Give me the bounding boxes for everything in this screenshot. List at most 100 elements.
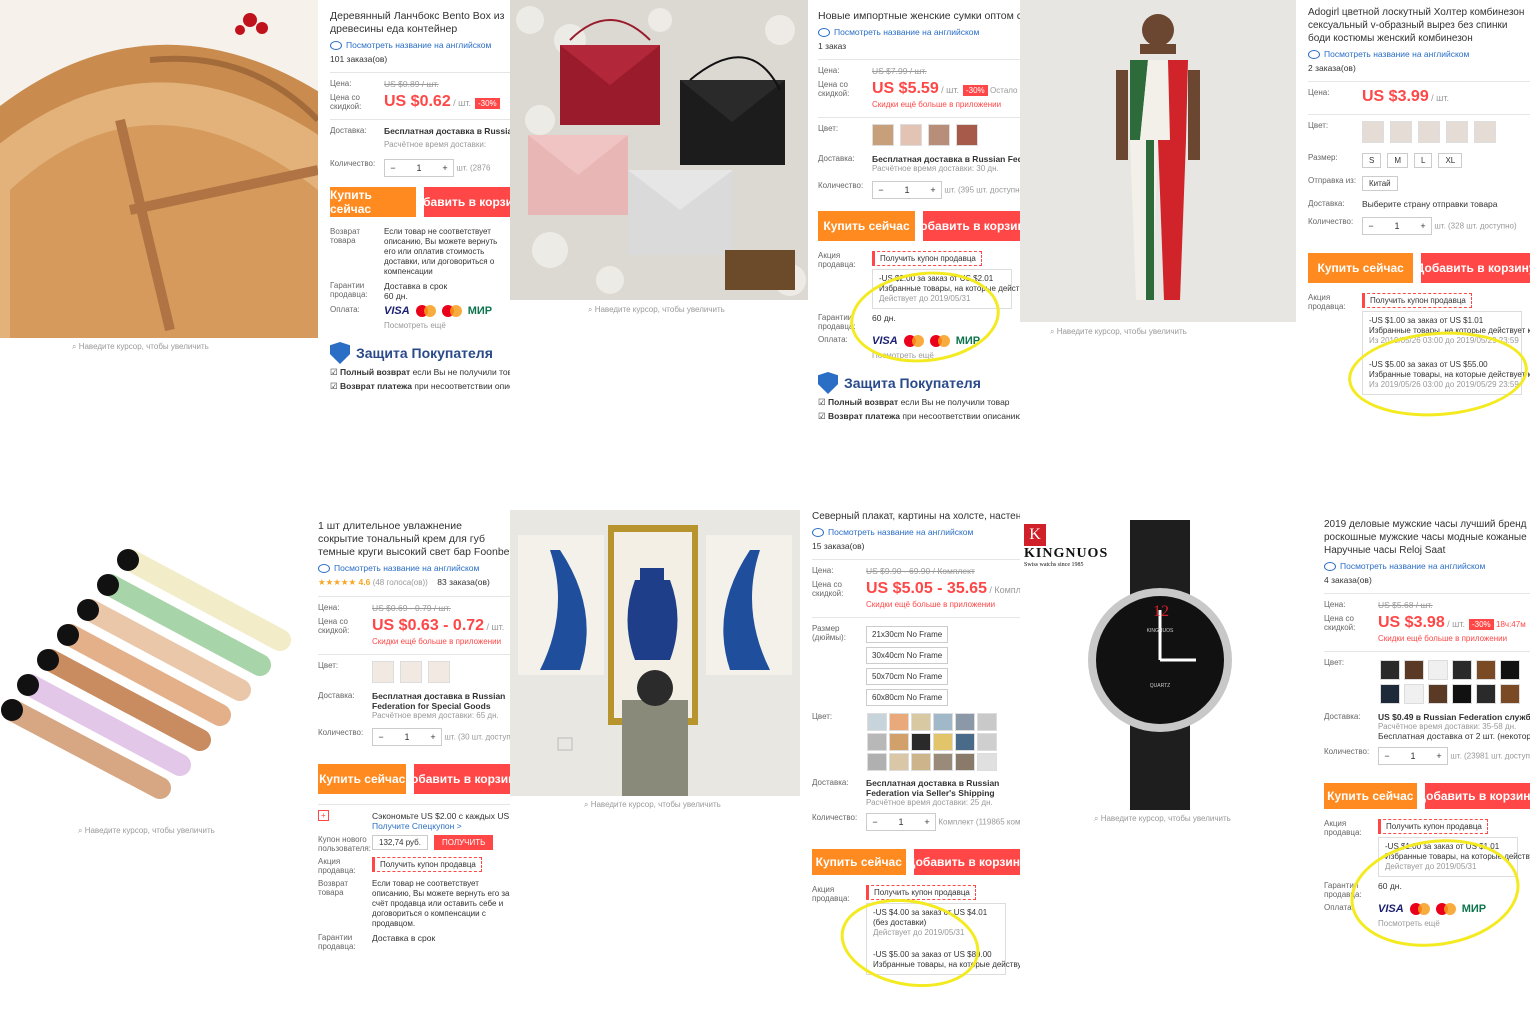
product-image-bento[interactable] xyxy=(0,0,318,338)
coupon-dropdown[interactable]: Получить купон продавца xyxy=(872,251,982,266)
add-to-cart-button[interactable]: Добавить в корзину xyxy=(1421,253,1530,283)
color-options[interactable] xyxy=(372,661,510,683)
discount-badge: -30% xyxy=(474,98,500,110)
coupon-popup: -US $1.00 за заказ от US $1.01 Избранные … xyxy=(1362,311,1530,395)
coupon-popup: -US $2.00 за заказ от US $2.01 Избранные … xyxy=(872,269,1020,309)
color-options[interactable] xyxy=(1378,658,1530,706)
add-to-cart-button[interactable]: Добавить в корзину xyxy=(913,849,1020,875)
mastercard-icon xyxy=(903,335,924,347)
buy-now-button[interactable]: Купить сейчас xyxy=(812,849,906,875)
product-title: Adogirl цветной лоскутный Холтер комбине… xyxy=(1308,7,1525,44)
coupon-dropdown[interactable]: Получить купон продавца xyxy=(866,885,976,900)
sale-price: US $0.62 xyxy=(384,93,451,110)
maestro-icon xyxy=(441,305,462,317)
translate-link[interactable]: Посмотреть название на английском xyxy=(812,527,1020,537)
see-more-link[interactable]: Посмотреть ещё xyxy=(384,321,510,330)
product-title: Новые импортные женские сумки оптом сумк… xyxy=(818,10,1020,22)
product-image-watch[interactable]: K KINGNUOS Swiss watchs since 1985 12 KI… xyxy=(1020,510,1300,810)
product-details: Северный плакат, картины на холсте, наст… xyxy=(812,510,1020,1020)
color-options[interactable] xyxy=(1362,121,1530,143)
product-title: 1 шт длительное увлажнение сокрытие тона… xyxy=(318,520,510,558)
coupon-dropdown[interactable]: Получить купон продавца xyxy=(1378,819,1488,834)
add-to-cart-button[interactable]: Добавить в корзину xyxy=(1424,783,1530,809)
translate-link[interactable]: Посмотреть название на английском xyxy=(1324,561,1530,571)
quantity-stepper[interactable]: −1 + xyxy=(372,728,442,746)
old-price: US $0.89 / шт. xyxy=(384,79,439,89)
product-image-concealer[interactable] xyxy=(0,530,308,820)
orders-count: 101 заказа(ов) xyxy=(330,54,388,64)
sale-price: US $3.99 xyxy=(1362,88,1429,105)
zoom-hint: ⌕ Наведите курсор, чтобы увеличить xyxy=(78,826,215,835)
product-image-bags[interactable] xyxy=(510,0,808,300)
product-details: Деревянный Ланчбокс Bento Box из древеси… xyxy=(330,10,510,500)
product-image-jumpsuit[interactable] xyxy=(1020,0,1296,322)
countdown-timer: 18ч:47м xyxy=(1496,620,1526,629)
add-to-cart-button[interactable]: Добавить в корзину xyxy=(414,764,510,794)
coupon-icon: + xyxy=(318,810,329,821)
add-to-cart-button[interactable]: Добавить в корзину xyxy=(424,187,510,217)
quantity-stepper[interactable]: −1 + xyxy=(384,159,454,177)
maestro-icon xyxy=(929,335,950,347)
translate-icon xyxy=(318,563,330,573)
rating: ★★★★★ 4.6 (48 голоса(ов)) 83 заказа(ов) xyxy=(318,577,490,587)
product-title: 2019 деловые мужские часы лучший бренд р… xyxy=(1324,519,1527,556)
product-card-jumpsuit: ⌕ Наведите курсор, чтобы увеличить Adogi… xyxy=(1020,0,1530,500)
quantity-stepper[interactable]: −1 + xyxy=(872,181,942,199)
buy-now-button[interactable]: Купить сейчас xyxy=(1324,783,1417,809)
quantity-stepper[interactable]: −1 + xyxy=(866,813,936,831)
translate-icon xyxy=(818,27,830,37)
payment-methods: VISA МИР xyxy=(384,305,493,317)
size-options[interactable]: S M L XL xyxy=(1362,153,1530,168)
sale-price: US $0.63 - 0.72 xyxy=(372,617,485,634)
sale-price: US $5.05 - 35.65 xyxy=(866,580,987,597)
product-details: 1 шт длительное увлажнение сокрытие тона… xyxy=(318,520,510,951)
translate-link[interactable]: Посмотреть название на английском xyxy=(318,563,510,573)
product-card-watch: K KINGNUOS Swiss watchs since 1985 12 KI… xyxy=(1020,510,1530,1020)
translate-icon xyxy=(812,527,824,537)
translate-icon xyxy=(1308,49,1320,59)
add-to-cart-button[interactable]: Добавить в корзину xyxy=(923,211,1020,241)
product-details: Новые импортные женские сумки оптом сумк… xyxy=(818,10,1020,421)
buy-now-button[interactable]: Купить сейчас xyxy=(1308,253,1414,283)
svg-text:12: 12 xyxy=(1153,603,1169,620)
zoom-hint: ⌕ Наведите курсор, чтобы увеличить xyxy=(588,305,725,314)
color-options[interactable] xyxy=(866,712,1020,772)
app-discount-link[interactable]: Скидки ещё больше в приложении xyxy=(872,100,1020,109)
translate-icon xyxy=(330,40,342,50)
buy-now-button[interactable]: Купить сейчас xyxy=(818,211,915,241)
product-card-poster: ⌕ Наведите курсор, чтобы увеличить Север… xyxy=(510,510,1020,1020)
buy-now-button[interactable]: Купить сейчас xyxy=(318,764,407,794)
maestro-icon xyxy=(1435,903,1456,915)
product-details: 2019 деловые мужские часы лучший бренд р… xyxy=(1324,519,1530,928)
buyer-protection: Защита Покупателя xyxy=(818,372,1020,394)
shield-icon xyxy=(818,372,838,394)
coupon-popup: -US $1.00 за заказ от US $1.01 Избранные … xyxy=(1378,837,1530,877)
translate-link[interactable]: Посмотреть название на английском xyxy=(1308,49,1530,59)
mastercard-icon xyxy=(415,305,436,317)
buyer-protection: Защита Покупателя xyxy=(330,342,510,364)
shield-icon xyxy=(330,342,350,364)
zoom-hint: ⌕ Наведите курсор, чтобы увеличить xyxy=(1094,814,1231,823)
zoom-hint: ⌕ Наведите курсор, чтобы увеличить xyxy=(72,342,209,351)
quantity-stepper[interactable]: −1 + xyxy=(1378,747,1448,765)
color-options[interactable] xyxy=(872,124,1020,146)
translate-link[interactable]: Посмотреть название на английском xyxy=(818,27,1020,37)
sale-price: US $3.98 xyxy=(1378,614,1445,631)
zoom-hint: ⌕ Наведите курсор, чтобы увеличить xyxy=(1050,327,1187,336)
coupon-dropdown[interactable]: Получить купон продавца xyxy=(372,857,482,872)
sale-price: US $5.59 xyxy=(872,80,939,97)
product-image-poster[interactable] xyxy=(510,510,800,796)
size-options[interactable]: 21x30cm No Frame30x40cm No Frame50x70cm … xyxy=(866,624,1020,708)
get-coupon-button[interactable]: ПОЛУЧИТЬ xyxy=(433,835,494,850)
shipping-info: Бесплатная доставка в Russian Federation xyxy=(384,126,510,136)
quantity-stepper[interactable]: −1 + xyxy=(1362,217,1432,235)
buy-now-button[interactable]: Купить сейчас xyxy=(330,187,416,217)
translate-link[interactable]: Посмотреть название на английском xyxy=(330,40,510,50)
coupon-popup: -US $4.00 за заказ от US $4.01 (без доста… xyxy=(866,903,1020,975)
product-title: Северный плакат, картины на холсте, наст… xyxy=(812,511,1020,522)
translate-icon xyxy=(1324,561,1336,571)
ship-from-option[interactable]: Китай xyxy=(1362,176,1398,191)
product-details: Adogirl цветной лоскутный Холтер комбине… xyxy=(1308,6,1530,500)
mastercard-icon xyxy=(1409,903,1430,915)
coupon-dropdown[interactable]: Получить купон продавца xyxy=(1362,293,1472,308)
